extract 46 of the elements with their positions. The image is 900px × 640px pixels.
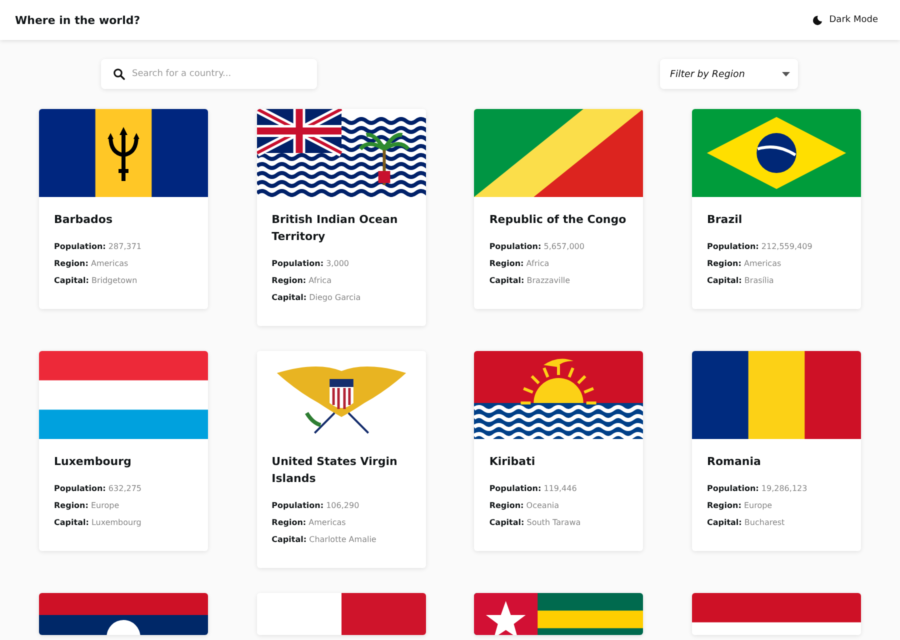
search-field[interactable]: Search for a country... <box>101 59 317 89</box>
country-name: Kiribati <box>489 454 536 470</box>
country-detail: Capital: Luxembourg <box>54 517 142 529</box>
country-detail: Capital: Charlotte Amalie <box>272 534 378 546</box>
country-name: Republic of the Congo <box>489 212 628 228</box>
country-detail: Region: Americas <box>54 258 130 270</box>
country-card[interactable]: Kiribati Population: 119,446 Region: Oceania Capital: South Tarawa <box>474 351 644 551</box>
country-card[interactable]: British Indian Ocean Territory Population: 3,000 Region: Africa Capital: Diego Garcia <box>256 109 426 326</box>
country-name: British Indian Ocean Territory <box>272 212 399 245</box>
country-detail: Population: 3,000 <box>272 258 350 270</box>
country-detail: Capital: Diego Garcia <box>272 292 362 304</box>
country-detail: Region: Africa <box>272 275 332 287</box>
country-detail: Population: 119,446 <box>489 483 578 495</box>
country-detail: Population: 287,371 <box>54 241 143 253</box>
country-detail: Region: Europe <box>54 500 120 512</box>
country-card[interactable]: Republic of the Congo Population: 5,657,000 Region: Africa Capital: Brazzaville <box>474 109 644 309</box>
dark-mode-button[interactable]: Dark Mode <box>810 12 880 28</box>
country-detail: Region: Oceania <box>489 500 560 512</box>
moon-icon <box>812 14 824 26</box>
country-card[interactable]: Barbados Population: 287,371 Region: Americas Capital: Bridgetown <box>39 109 208 309</box>
country-detail: Capital: South Tarawa <box>489 517 582 529</box>
country-detail: Population: 5,657,000 <box>489 241 586 253</box>
country-detail: Population: 632,275 <box>54 483 143 495</box>
caret-icon <box>782 72 790 76</box>
country-detail: Population: 19,286,123 <box>706 483 808 495</box>
country-detail: Population: 212,559,409 <box>706 241 814 253</box>
country-card[interactable]: United States Virgin Islands Population: 106,290 Region: Americas Capital: Charlotte Amalie <box>256 351 426 568</box>
country-detail: Population: 106,290 <box>272 500 360 512</box>
country-card[interactable]: Brazil Population: 212,559,409 Region: Americas Capital: Brasília <box>692 109 861 309</box>
country-card[interactable]: Romania Population: 19,286,123 Region: Europe Capital: Bucharest <box>692 351 861 551</box>
country-card[interactable]: Luxembourg Population: 632,275 Region: Europe Capital: Luxembourg <box>39 351 208 551</box>
site-title: Where in the world? <box>15 14 140 26</box>
country-detail: Region: Africa <box>489 258 550 270</box>
region-filter-dropdown[interactable]: Filter by Region <box>660 59 798 89</box>
country-detail: Capital: Brazzaville <box>489 275 572 287</box>
country-name: Barbados <box>54 212 114 228</box>
country-detail: Region: Americas <box>272 517 347 529</box>
country-detail: Region: Europe <box>706 500 774 512</box>
country-detail: Capital: Brasília <box>706 275 775 287</box>
country-name: Romania <box>706 454 762 470</box>
country-name: Brazil <box>706 212 744 228</box>
country-name: United States Virgin Islands <box>272 454 398 487</box>
country-name: Luxembourg <box>54 454 132 470</box>
country-detail: Region: Americas <box>706 258 782 270</box>
country-detail: Capital: Bridgetown <box>54 275 138 287</box>
country-detail: Capital: Bucharest <box>706 517 786 529</box>
